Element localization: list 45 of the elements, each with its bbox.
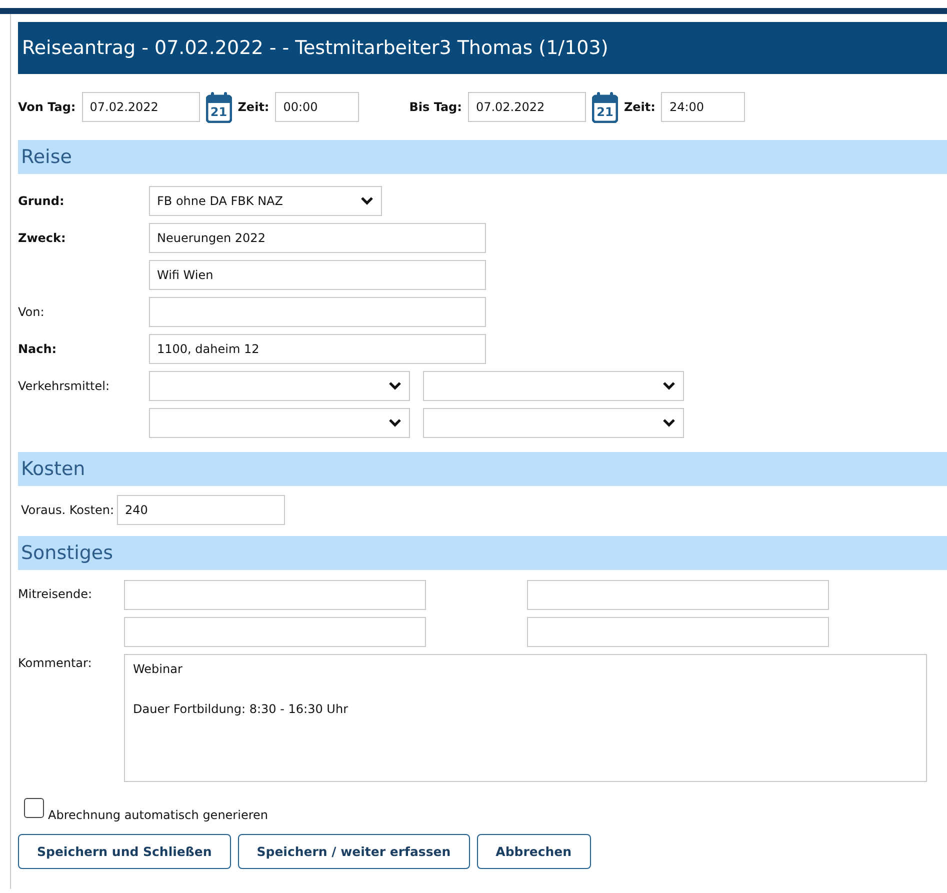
- text-field[interactable]: Neuerungen 2022: [149, 223, 486, 253]
- text-field[interactable]: 1100, daheim 12: [149, 334, 486, 364]
- field-label: Zweck:: [18, 231, 66, 245]
- action-button[interactable]: Speichern und Schließen: [18, 834, 231, 869]
- field-label: Grund:: [18, 194, 64, 208]
- field-label: Kommentar:: [18, 655, 93, 672]
- comment-field[interactable]: Webinar Dauer Fortbildung: 8:30 - 16:30 Uhr: [124, 654, 927, 782]
- section-header: Reise: [18, 140, 947, 174]
- date-field[interactable]: 07.02.2022: [82, 92, 200, 122]
- transport-dropdown[interactable]: [423, 408, 684, 438]
- cost-field[interactable]: 240: [117, 495, 285, 525]
- chevron-down-icon: [360, 196, 374, 206]
- text-field[interactable]: [149, 297, 486, 327]
- companion-field[interactable]: [527, 617, 829, 647]
- field-label: Voraus. Kosten:: [21, 503, 114, 517]
- chevron-down-icon: [662, 418, 676, 428]
- date-field[interactable]: 07.02.2022: [468, 92, 586, 122]
- field-label: Mitreisende:: [18, 586, 94, 603]
- transport-dropdown[interactable]: [149, 408, 410, 438]
- chevron-down-icon: [388, 418, 402, 428]
- companion-field[interactable]: [124, 617, 426, 647]
- time-field[interactable]: 00:00: [275, 92, 360, 122]
- date-label: Bis Tag:: [409, 100, 462, 114]
- companion-field[interactable]: [527, 580, 829, 610]
- time-label: Zeit:: [624, 100, 656, 114]
- transport-dropdown[interactable]: [423, 371, 684, 401]
- section-header: Sonstiges: [18, 536, 947, 570]
- text-field[interactable]: Wifi Wien: [149, 260, 486, 290]
- checkbox[interactable]: [24, 798, 44, 818]
- chevron-down-icon: [662, 381, 676, 391]
- chevron-down-icon: [388, 381, 402, 391]
- field-label: Nach:: [18, 342, 57, 356]
- checkbox-label: Abrechnung automatisch generieren: [48, 808, 268, 822]
- companion-field[interactable]: [124, 580, 426, 610]
- transport-dropdown[interactable]: [149, 371, 410, 401]
- section-header: Kosten: [18, 452, 947, 486]
- field-label: Von:: [18, 305, 44, 319]
- date-label: Von Tag:: [18, 100, 76, 114]
- reason-dropdown[interactable]: FB ohne DA FBK NAZ: [149, 186, 382, 216]
- action-button[interactable]: Abbrechen: [476, 834, 591, 869]
- time-field[interactable]: 24:00: [661, 92, 746, 122]
- window-title: Reiseantrag - 07.02.2022 - - Testmitarbeiter3 Thomas (1/103): [18, 22, 947, 74]
- field-label: Verkehrsmittel:: [18, 379, 110, 393]
- time-label: Zeit:: [238, 100, 270, 114]
- action-button[interactable]: Speichern / weiter erfassen: [238, 834, 470, 869]
